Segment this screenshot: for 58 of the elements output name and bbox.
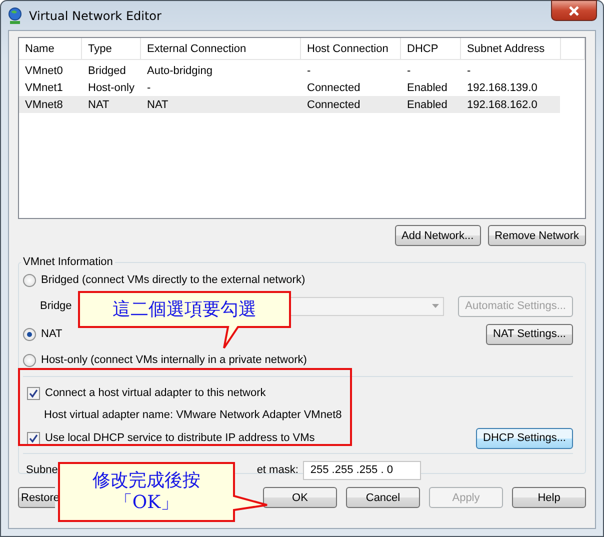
table-action-button[interactable]: Add Network... xyxy=(394,225,481,246)
dialog-button[interactable]: OK xyxy=(263,487,337,508)
checkbox-label: Use local DHCP service to distribute IP address to VMs xyxy=(45,432,315,444)
dialog-button[interactable]: Help xyxy=(512,487,586,508)
table-cell-text: VMnet0 xyxy=(24,64,64,78)
column-header[interactable]: Host Connection xyxy=(301,38,401,59)
table-cell-text: NAT xyxy=(87,98,110,112)
adapter-name-text: Host virtual adapter name: VMware Network Adapter VMnet8 xyxy=(43,409,342,421)
table-cell-text: - xyxy=(146,80,152,96)
table-cell-text: VMnet1 xyxy=(24,80,64,96)
subnet-ip-label: Subne xyxy=(26,464,58,476)
column-header[interactable]: DHCP xyxy=(401,38,461,59)
table-cell-text: 192.168.139.0 xyxy=(466,80,538,96)
table-row[interactable]: VMnet0 Bridged Auto-bridging - - - xyxy=(19,62,560,79)
subnet-mask-label: et mask: xyxy=(256,464,298,476)
close-button[interactable] xyxy=(551,0,597,21)
callout-text: 「OK」 xyxy=(114,492,179,514)
column-header[interactable]: External Connection xyxy=(141,38,301,59)
callout-text: 這二個選項要勾選 xyxy=(112,298,256,320)
radio-label: NAT xyxy=(41,328,62,340)
nat-settings-button[interactable]: NAT Settings... xyxy=(486,324,573,344)
checkbox[interactable] xyxy=(27,386,40,400)
dropdown-arrow-icon xyxy=(432,304,440,308)
table-cell-text: - xyxy=(466,64,472,78)
column-header[interactable]: Type xyxy=(82,38,141,59)
bridged-to-label: Bridge xyxy=(39,300,72,312)
table-cell-text: Host-only xyxy=(87,80,136,96)
close-icon xyxy=(568,6,580,16)
table-row[interactable]: VMnet8 NAT NAT Connected Enabled 192.168.162.0 xyxy=(19,96,560,113)
radio-button[interactable] xyxy=(23,328,36,340)
table-cell-text: Connected xyxy=(306,98,362,112)
dhcp-settings-button[interactable]: DHCP Settings... xyxy=(476,428,573,448)
callout-text: 修改完成後按 xyxy=(92,470,200,492)
table-cell-text: Bridged xyxy=(87,64,127,78)
table-cell-text: - xyxy=(406,64,412,78)
table-row[interactable]: VMnet1 Host-only - Connected Enabled 192.168.139.0 xyxy=(19,79,560,96)
table-cell-text: - xyxy=(306,64,312,78)
column-header[interactable]: Subnet Address xyxy=(461,38,561,59)
table-cell-text: NAT xyxy=(146,98,170,112)
table-action-button[interactable]: Remove Network xyxy=(488,225,586,246)
radio-label: Host-only (connect VMs internally in a private network) xyxy=(41,354,307,366)
table-cell-text: 192.168.162.0 xyxy=(466,98,538,112)
checkbox[interactable] xyxy=(27,432,40,444)
table-cell-text: Auto-bridging xyxy=(146,64,214,78)
globe-icon xyxy=(7,6,23,24)
window-title: Virtual Network Editor xyxy=(29,8,162,22)
radio-button[interactable] xyxy=(23,274,36,286)
dialog-button[interactable]: Cancel xyxy=(346,487,420,508)
group-title: VMnet Information xyxy=(22,256,114,268)
radio-button[interactable] xyxy=(23,354,36,366)
subnet-mask-field[interactable]: 255 .255 .255 . 0 xyxy=(303,460,422,480)
table-cell-text: Enabled xyxy=(406,98,448,112)
table-cell-text: Connected xyxy=(306,80,362,96)
checkbox-label: Connect a host virtual adapter to this network xyxy=(45,387,266,399)
table-cell-text: Enabled xyxy=(406,80,448,96)
radio-label: Bridged (connect VMs directly to the external network) xyxy=(41,274,306,286)
column-header[interactable]: Name xyxy=(19,38,82,59)
table-cell-text: VMnet8 xyxy=(24,98,64,112)
